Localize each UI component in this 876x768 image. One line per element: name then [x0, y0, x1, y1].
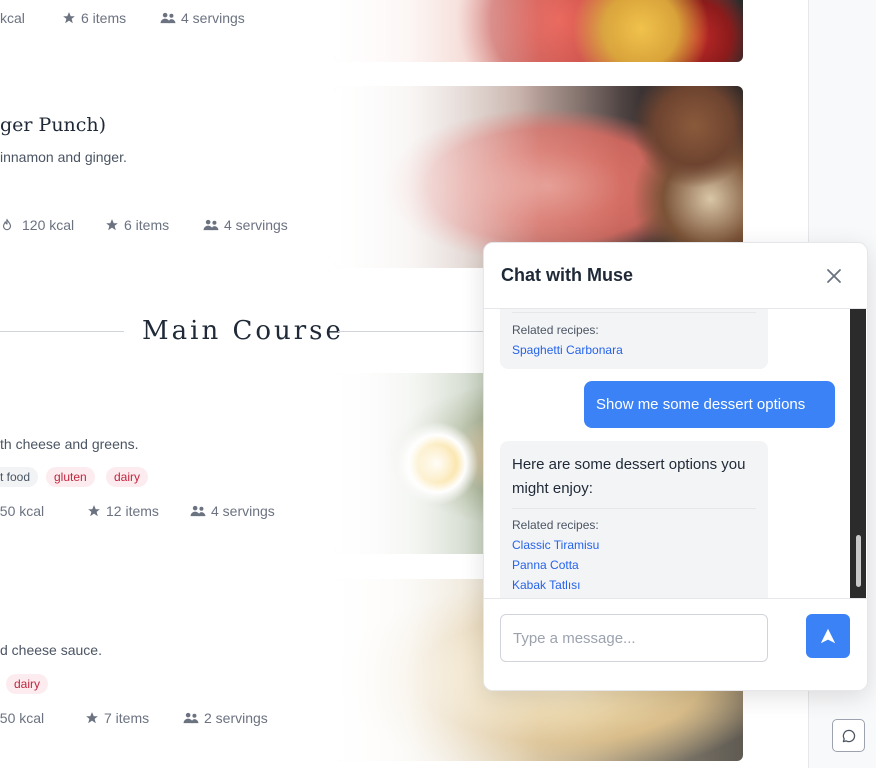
chat-toggle-button[interactable] — [832, 719, 865, 752]
bot-message: Here are some dessert options you might … — [500, 441, 768, 598]
recipe-tag[interactable]: t food — [0, 467, 39, 487]
chat-messages[interactable]: Related recipes: Spaghetti Carbonara Sho… — [484, 309, 867, 598]
related-recipe-link[interactable]: Classic Tiramisu — [512, 538, 599, 552]
recipe-description: d cheese sauce. — [0, 642, 102, 658]
recipe-kcal: 650 kcal — [0, 503, 45, 519]
close-button[interactable] — [824, 266, 844, 286]
recipe-image[interactable] — [335, 86, 743, 268]
chat-message-input[interactable] — [500, 614, 768, 662]
scrollbar-thumb[interactable] — [856, 535, 861, 587]
star-icon — [63, 12, 75, 24]
bot-message-text: Here are some dessert options you might … — [512, 456, 746, 497]
section-divider-left — [0, 331, 124, 332]
recipe-tag[interactable]: gluten — [46, 467, 95, 487]
recipe-items: 7 items — [85, 710, 149, 726]
star-icon — [88, 505, 100, 517]
recipe-items: 6 items — [105, 217, 169, 233]
users-icon — [160, 12, 176, 24]
recipe-kcal: 120 kcal — [0, 217, 74, 233]
recipe-image[interactable] — [335, 0, 743, 62]
recipe-tag[interactable]: dairy — [106, 467, 149, 487]
flame-icon — [2, 218, 12, 231]
recipe-servings: 2 servings — [183, 710, 268, 726]
related-recipe-link[interactable]: Kabak Tatlısı — [512, 578, 580, 592]
recipe-description: th cheese and greens. — [0, 436, 139, 452]
close-icon — [827, 269, 841, 283]
recipe-title[interactable]: ger Punch) — [0, 114, 106, 136]
star-icon — [86, 712, 98, 724]
send-button[interactable] — [806, 614, 850, 658]
related-recipes-label: Related recipes: — [512, 518, 599, 532]
users-icon — [190, 505, 206, 517]
chat-input-area — [484, 598, 867, 690]
users-icon — [203, 219, 219, 231]
chat-panel: Chat with Muse Related recipes: Spaghett… — [483, 242, 868, 691]
send-icon — [820, 628, 836, 644]
recipe-kcal: 550 kcal — [0, 710, 45, 726]
recipe-items: 6 items — [62, 10, 126, 26]
chat-header: Chat with Muse — [484, 243, 867, 309]
chat-bubble-icon — [842, 729, 855, 742]
chat-title: Chat with Muse — [501, 265, 634, 285]
recipe-description: innamon and ginger. — [0, 149, 127, 165]
user-message-text: Show me some dessert options — [596, 396, 806, 413]
recipe-servings: 4 servings — [203, 217, 288, 233]
related-recipe-link[interactable]: Panna Cotta — [512, 558, 579, 572]
users-icon — [183, 712, 199, 724]
chat-scrollbar[interactable] — [850, 309, 866, 598]
recipe-servings: 4 servings — [160, 10, 245, 26]
recipe-servings: 4 servings — [190, 503, 275, 519]
section-divider-right — [338, 331, 488, 332]
recipe-tag[interactable]: dairy — [6, 674, 49, 694]
bot-message: Related recipes: Spaghetti Carbonara — [500, 309, 768, 369]
related-recipe-link[interactable]: Spaghetti Carbonara — [512, 343, 623, 357]
user-message: Show me some dessert options — [584, 381, 835, 428]
related-recipes-label: Related recipes: — [512, 323, 599, 337]
star-icon — [106, 219, 118, 231]
recipe-items: 12 items — [87, 503, 159, 519]
recipe-kcal: kcal — [0, 10, 25, 26]
section-title: Main Course — [142, 316, 344, 346]
